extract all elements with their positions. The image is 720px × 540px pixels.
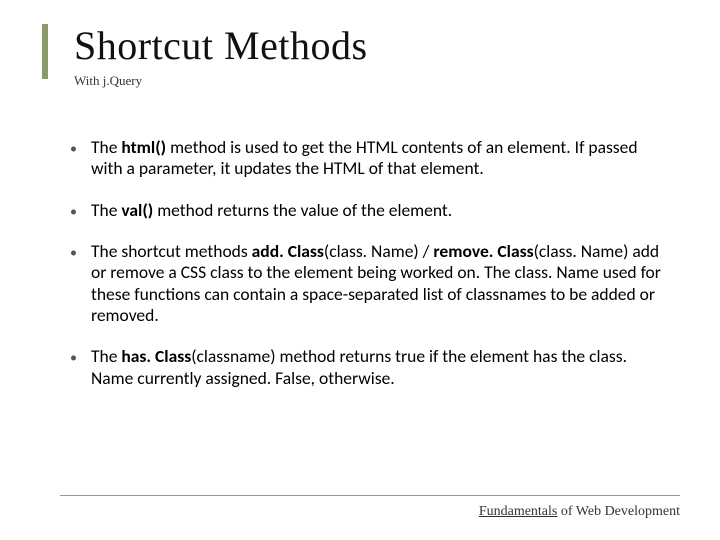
bold-fragment: val() <box>121 199 153 221</box>
footer-underlined: Fundamentals <box>479 504 558 519</box>
bold-fragment: has. Class <box>121 345 191 367</box>
footer-rest: of Web Development <box>557 504 680 519</box>
bullet-text: The shortcut methods add. Class(class. N… <box>91 241 670 326</box>
bold-fragment: html() <box>121 136 166 158</box>
text-fragment: (class. Name) / <box>324 240 434 262</box>
slide-subtitle: With j.Query <box>74 73 680 89</box>
text-fragment: The <box>91 345 121 367</box>
bullet-dot-icon: • <box>70 349 77 366</box>
bullet-dot-icon: • <box>70 244 77 261</box>
bullet-item: • The val() method returns the value of … <box>70 200 670 221</box>
text-fragment: method returns the value of the element. <box>153 199 452 221</box>
accent-bar <box>42 24 48 79</box>
footer-text: Fundamentals of Web Development <box>479 504 680 520</box>
slide: Shortcut Methods With j.Query • The html… <box>0 0 720 540</box>
bullet-item: • The html() method is used to get the H… <box>70 137 670 180</box>
slide-title: Shortcut Methods <box>74 22 680 69</box>
bullet-dot-icon: • <box>70 140 77 157</box>
bullet-item: • The shortcut methods add. Class(class.… <box>70 241 670 326</box>
bullet-dot-icon: • <box>70 203 77 220</box>
text-fragment: The shortcut methods <box>91 240 252 262</box>
bold-fragment: add. Class <box>252 240 324 262</box>
bullet-text: The val() method returns the value of th… <box>91 200 670 221</box>
bullet-item: • The has. Class(classname) method retur… <box>70 346 670 389</box>
bullet-text: The has. Class(classname) method returns… <box>91 346 670 389</box>
text-fragment: The <box>91 136 121 158</box>
bold-fragment: remove. Class <box>433 240 533 262</box>
content-area: • The html() method is used to get the H… <box>70 137 670 389</box>
footer-divider <box>60 495 680 496</box>
bullet-text: The html() method is used to get the HTM… <box>91 137 670 180</box>
text-fragment: method is used to get the HTML contents … <box>91 136 638 179</box>
text-fragment: The <box>91 199 121 221</box>
